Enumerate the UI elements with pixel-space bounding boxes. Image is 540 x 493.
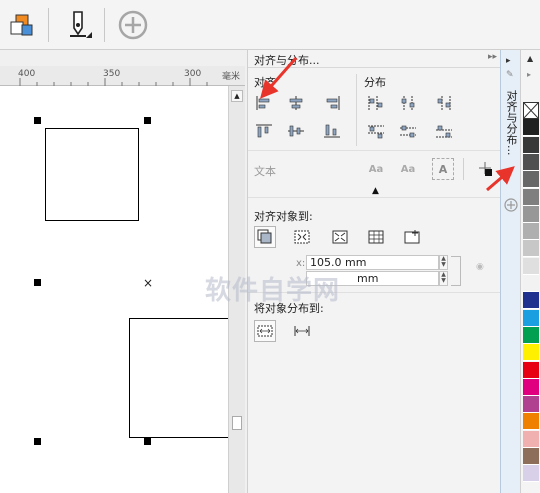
watermark: 软件自学网 <box>205 276 341 306</box>
arrow-to-align-left-icon <box>260 57 298 99</box>
arrow-to-tab-icon <box>486 166 515 192</box>
annotation-arrows <box>260 57 515 192</box>
